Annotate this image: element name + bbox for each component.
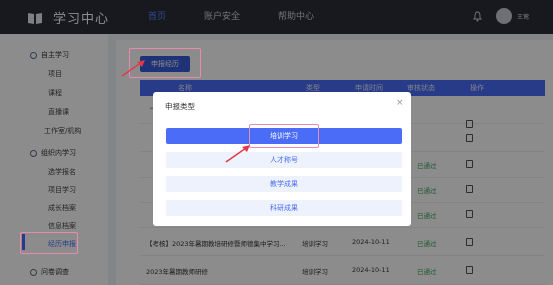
arrow-icon [121,60,145,77]
apply-type-dialog: 申报类型 × 培训学习 人才称号 教学成果 科研成果 [153,92,411,226]
arrow-icon [225,145,250,163]
close-icon[interactable]: × [396,98,404,108]
highlight-box [249,124,319,148]
option-teaching-result[interactable]: 教学成果 [166,176,402,192]
dialog-title: 申报类型 [165,102,195,111]
highlight-box [20,232,78,254]
option-talent-title[interactable]: 人才称号 [166,152,402,168]
option-research-result[interactable]: 科研成果 [166,200,402,216]
